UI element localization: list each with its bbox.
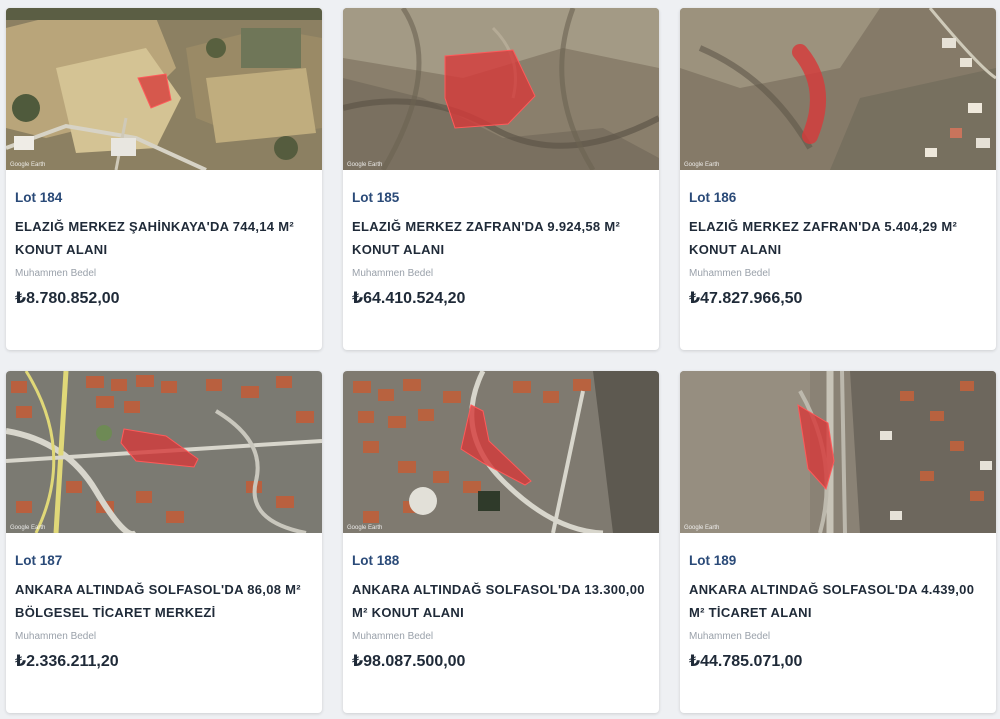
lot-price: ₺47.827.966,50 <box>689 290 803 307</box>
lot-price: ₺8.780.852,00 <box>15 290 120 307</box>
lot-number: Lot 184 <box>15 190 63 205</box>
satellite-map-thumbnail[interactable]: Google Earth <box>680 8 996 170</box>
lot-title[interactable]: ANKARA ALTINDAĞ SOLFASOL'DA 4.439,00 M² … <box>689 578 985 624</box>
lot-card-188[interactable]: Google Earth Lot 188 ANKARA ALTINDAĞ SOL… <box>343 371 659 713</box>
map-watermark: Google Earth <box>347 162 382 168</box>
satellite-map-thumbnail[interactable]: Google Earth <box>343 371 659 533</box>
satellite-map-thumbnail[interactable]: Google Earth <box>6 371 322 533</box>
map-watermark: Google Earth <box>10 525 45 531</box>
lot-card-185[interactable]: Google Earth Lot 185 ELAZIĞ MERKEZ ZAFRA… <box>343 8 659 350</box>
map-watermark: Google Earth <box>347 525 382 531</box>
map-watermark: Google Earth <box>10 162 45 168</box>
lot-price: ₺44.785.071,00 <box>689 653 803 670</box>
lot-price: ₺98.087.500,00 <box>352 653 466 670</box>
lot-number: Lot 188 <box>352 553 400 568</box>
lot-price: ₺64.410.524,20 <box>352 290 466 307</box>
lot-title[interactable]: ANKARA ALTINDAĞ SOLFASOL'DA 86,08 M² BÖL… <box>15 578 311 624</box>
lot-price: ₺2.336.211,20 <box>15 653 119 670</box>
price-label: Muhammen Bedel <box>352 268 434 279</box>
lot-card-187[interactable]: Google Earth Lot 187 ANKARA ALTINDAĞ SOL… <box>6 371 322 713</box>
lot-card-184[interactable]: Google Earth Lot 184 ELAZIĞ MERKEZ ŞAHİN… <box>6 8 322 350</box>
lot-title[interactable]: ELAZIĞ MERKEZ ŞAHİNKAYA'DA 744,14 M² KON… <box>15 215 311 261</box>
lot-title[interactable]: ELAZIĞ MERKEZ ZAFRAN'DA 5.404,29 M² KONU… <box>689 215 985 261</box>
price-label: Muhammen Bedel <box>15 631 97 642</box>
lot-card-186[interactable]: Google Earth Lot 186 ELAZIĞ MERKEZ ZAFRA… <box>680 8 996 350</box>
lot-number: Lot 185 <box>352 190 400 205</box>
lot-number: Lot 186 <box>689 190 737 205</box>
lot-number: Lot 187 <box>15 553 63 568</box>
satellite-map-thumbnail[interactable]: Google Earth <box>343 8 659 170</box>
map-watermark: Google Earth <box>684 525 719 531</box>
lot-title[interactable]: ANKARA ALTINDAĞ SOLFASOL'DA 13.300,00 M²… <box>352 578 648 624</box>
price-label: Muhammen Bedel <box>15 268 97 279</box>
lot-number: Lot 189 <box>689 553 737 568</box>
map-watermark: Google Earth <box>684 162 719 168</box>
satellite-map-thumbnail[interactable]: Google Earth <box>6 8 322 170</box>
price-label: Muhammen Bedel <box>352 631 434 642</box>
satellite-map-thumbnail[interactable]: Google Earth <box>680 371 996 533</box>
lot-title[interactable]: ELAZIĞ MERKEZ ZAFRAN'DA 9.924,58 M² KONU… <box>352 215 648 261</box>
price-label: Muhammen Bedel <box>689 631 771 642</box>
lot-card-189[interactable]: Google Earth Lot 189 ANKARA ALTINDAĞ SOL… <box>680 371 996 713</box>
price-label: Muhammen Bedel <box>689 268 771 279</box>
